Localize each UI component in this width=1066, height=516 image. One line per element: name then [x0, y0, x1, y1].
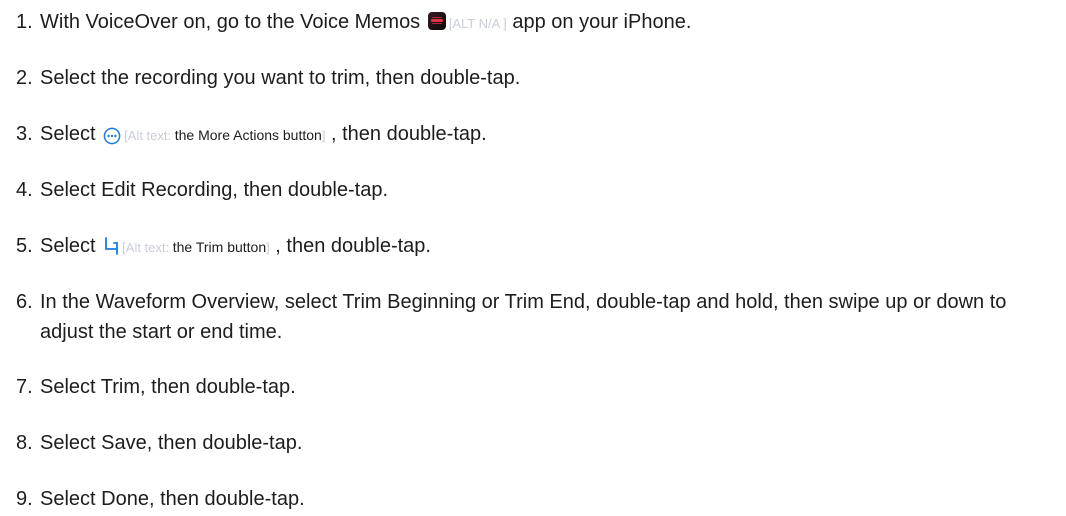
more-actions-icon [103, 124, 121, 145]
step-text-before: Select [40, 235, 102, 257]
step-text: With VoiceOver on, go to the Voice Memos… [40, 7, 691, 39]
step-number: 4. [16, 179, 33, 201]
step-text: Select Edit Recording, then double-tap. [40, 179, 388, 201]
step-text: In the Waveform Overview, select Trim Be… [40, 291, 1007, 343]
step-9: 9. Select Done, then double-tap. [16, 484, 1056, 514]
step-text: Select the recording you want to trim, t… [40, 67, 521, 89]
step-text: Select Save, then double-tap. [40, 432, 303, 454]
step-text-after: , then double-tap. [269, 235, 431, 257]
step-2: 2. Select the recording you want to trim… [16, 63, 1056, 93]
step-text-after: , then double-tap. [325, 123, 487, 145]
step-text-before: With VoiceOver on, go to the Voice Memos [40, 11, 426, 33]
step-8: 8. Select Save, then double-tap. [16, 428, 1056, 458]
step-text: Select [Alt text: the Trim button] , the… [40, 231, 431, 263]
alt-text-placeholder: [ALT N/A ] [448, 16, 507, 31]
step-number: 2. [16, 67, 33, 89]
alt-text-prefix: [Alt text: [124, 128, 175, 143]
alt-text-prefix: [Alt text: [122, 240, 173, 255]
step-number: 3. [16, 123, 33, 145]
voice-memos-app-icon [427, 11, 446, 30]
step-4: 4. Select Edit Recording, then double-ta… [16, 175, 1056, 205]
step-1: 1. With VoiceOver on, go to the Voice Me… [16, 7, 1056, 39]
step-text: Select Trim, then double-tap. [40, 376, 296, 398]
step-3: 3. Select [Alt text: the More Actions bu… [16, 119, 1056, 151]
step-text: Select Done, then double-tap. [40, 488, 305, 510]
step-number: 5. [16, 235, 33, 257]
alt-text-description: the More Actions button [174, 127, 322, 143]
trim-icon [103, 235, 119, 255]
step-text: Select [Alt text: the More Actions butto… [40, 119, 487, 151]
step-6: 6. In the Waveform Overview, select Trim… [16, 287, 1056, 347]
step-number: 7. [16, 376, 33, 398]
step-text-before: Select [40, 123, 102, 145]
step-number: 1. [16, 11, 33, 33]
step-number: 8. [16, 432, 33, 454]
alt-text-description: the Trim button [172, 239, 267, 255]
step-5: 5. Select [Alt text: the Trim button] , … [16, 231, 1056, 263]
step-text-after: app on your iPhone. [506, 11, 692, 33]
step-number: 6. [16, 291, 33, 313]
step-7: 7. Select Trim, then double-tap. [16, 372, 1056, 402]
step-number: 9. [16, 488, 33, 510]
